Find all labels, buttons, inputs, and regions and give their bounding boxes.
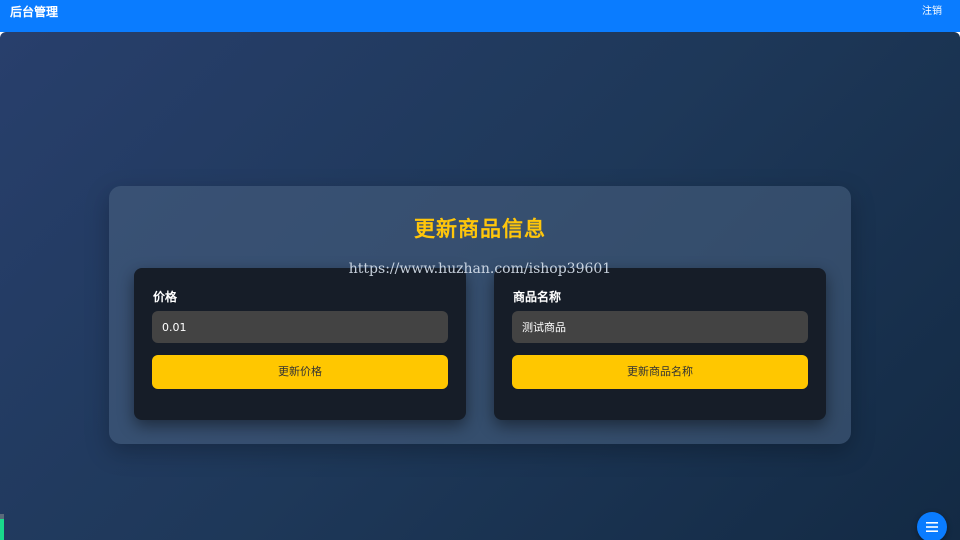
update-product-name-button[interactable]: 更新商品名称 bbox=[512, 355, 808, 389]
main-content: 更新商品信息 https://www.huzhan.com/ishop39601… bbox=[0, 32, 960, 540]
brand-title[interactable]: 后台管理 bbox=[10, 5, 58, 19]
price-label: 价格 bbox=[153, 290, 178, 304]
menu-icon bbox=[926, 522, 938, 532]
product-name-label: 商品名称 bbox=[513, 290, 562, 304]
product-name-input[interactable] bbox=[512, 311, 808, 343]
scroll-indicator[interactable] bbox=[0, 514, 4, 540]
logout-link[interactable]: 注销 bbox=[922, 6, 942, 18]
update-price-button[interactable]: 更新价格 bbox=[152, 355, 448, 389]
panel-title: 更新商品信息 bbox=[414, 217, 546, 241]
floating-menu-button[interactable] bbox=[917, 512, 947, 540]
product-name-card: 商品名称 更新商品名称 bbox=[494, 268, 826, 420]
update-product-panel: 更新商品信息 https://www.huzhan.com/ishop39601… bbox=[109, 186, 851, 444]
price-input[interactable] bbox=[152, 311, 448, 343]
price-card: 价格 更新价格 bbox=[134, 268, 466, 420]
top-navbar: 后台管理 注销 bbox=[0, 0, 960, 32]
